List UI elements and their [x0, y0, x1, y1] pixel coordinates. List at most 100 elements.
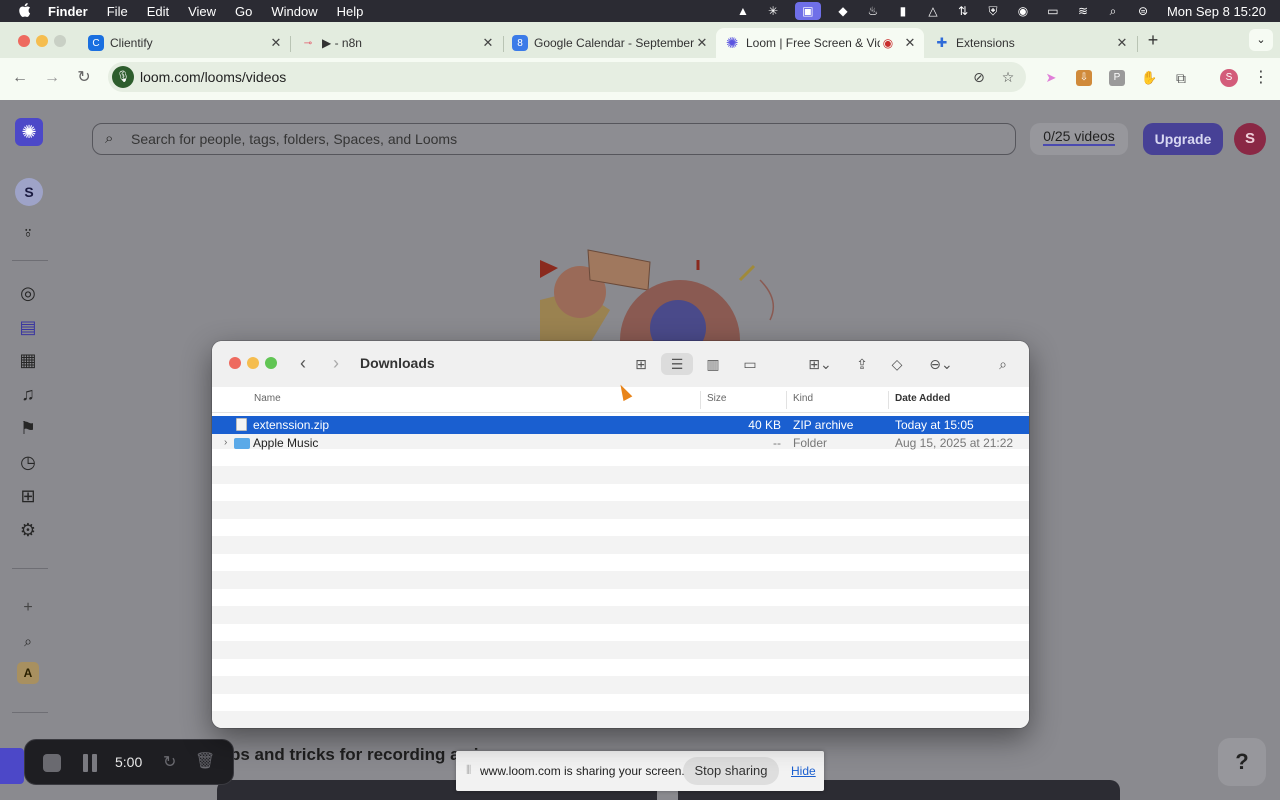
column-kind[interactable]: Kind	[793, 393, 813, 404]
video-quota-badge[interactable]: 0/25 videos	[1030, 123, 1128, 155]
extension-download-icon[interactable]: ⇩	[1076, 70, 1092, 86]
browser-zoom-button[interactable]	[54, 35, 66, 47]
finder-zoom-button[interactable]	[265, 357, 277, 369]
flame-icon[interactable]: ♨	[865, 4, 881, 18]
bookmark-icon[interactable]: ⚑	[16, 416, 40, 440]
camera-blocked-icon[interactable]: ⊘	[970, 68, 988, 86]
shield-icon[interactable]: ⛨	[985, 4, 1001, 18]
settings-gear-icon[interactable]: ⚙	[16, 518, 40, 542]
more-actions-icon[interactable]: ⊖⌄	[924, 353, 958, 375]
profile-icon[interactable]: ◎	[16, 281, 40, 305]
gift-icon[interactable]: ⊞	[16, 484, 40, 508]
workspace-avatar[interactable]: S	[15, 178, 43, 206]
forward-button[interactable]: →	[42, 68, 62, 88]
disclosure-triangle-icon[interactable]: ›	[224, 437, 227, 448]
stop-sharing-button[interactable]: Stop sharing	[683, 757, 779, 785]
extensions-puzzle-icon[interactable]: ⧉	[1173, 70, 1189, 86]
space-avatar[interactable]: A	[17, 662, 39, 684]
library-icon[interactable]: ▤	[16, 315, 40, 339]
wifi-icon[interactable]: ≋	[1075, 4, 1091, 18]
battery-monitor-icon[interactable]: ▮	[895, 4, 911, 18]
user-circle-icon[interactable]: ◉	[1015, 4, 1031, 18]
battery-icon[interactable]: ▭	[1045, 4, 1061, 18]
calendar-icon[interactable]: ▦	[16, 348, 40, 372]
menu-finder[interactable]: Finder	[48, 4, 88, 19]
new-tab-button[interactable]: +	[1143, 30, 1163, 50]
close-icon[interactable]: ✕	[480, 35, 496, 51]
menu-edit[interactable]: Edit	[147, 4, 169, 19]
restart-recording-icon[interactable]: ↻	[163, 752, 176, 772]
finder-minimize-button[interactable]	[247, 357, 259, 369]
tab-loom[interactable]: ✺ Loom | Free Screen & Video ◉ ✕	[716, 28, 924, 58]
column-view-icon[interactable]: ▥	[702, 353, 724, 375]
drive-icon[interactable]: ▲	[735, 4, 751, 18]
list-view-icon[interactable]: ☰	[661, 353, 693, 375]
loom-search-input[interactable]	[131, 129, 991, 149]
close-icon[interactable]: ✕	[902, 35, 918, 51]
history-clock-icon[interactable]: ◷	[16, 450, 40, 474]
menu-go[interactable]: Go	[235, 4, 252, 19]
column-size[interactable]: Size	[707, 393, 726, 404]
tab-n8n[interactable]: ⊸ ▶ - n8n ✕	[292, 28, 502, 58]
apple-icon[interactable]	[16, 2, 34, 20]
add-member-icon[interactable]: ⍤	[16, 221, 40, 245]
notifications-bell-icon[interactable]: ♫	[16, 382, 40, 406]
loom-status-icon[interactable]: ✳	[765, 4, 781, 18]
menu-window[interactable]: Window	[271, 4, 317, 19]
column-name[interactable]: Name	[254, 393, 281, 404]
browser-close-button[interactable]	[18, 35, 30, 47]
menu-file[interactable]: File	[107, 4, 128, 19]
tag-icon[interactable]: ◇	[886, 353, 908, 375]
network-icon[interactable]: ⇅	[955, 4, 971, 18]
tab-clientify[interactable]: C Clientify ✕	[80, 28, 290, 58]
menu-clock[interactable]: Mon Sep 8 15:20	[1167, 4, 1266, 19]
triangle-icon[interactable]: △	[925, 4, 941, 18]
stop-recording-button[interactable]	[43, 754, 61, 772]
share-icon[interactable]: ⇪	[852, 353, 872, 375]
tab-search-button[interactable]: ⌄	[1249, 29, 1273, 51]
address-bar[interactable]: 🎙 loom.com/looms/videos ⊘ ☆	[108, 62, 1026, 92]
extension-arrow-icon[interactable]: ➤	[1043, 70, 1059, 86]
close-icon[interactable]: ✕	[268, 35, 284, 51]
column-divider[interactable]	[888, 391, 889, 409]
column-divider[interactable]	[786, 391, 787, 409]
pause-recording-button[interactable]	[81, 754, 99, 772]
icon-view-icon[interactable]: ⊞	[630, 353, 652, 375]
user-avatar[interactable]: S	[1234, 123, 1266, 155]
tab-extensions[interactable]: ✚ Extensions ✕	[926, 28, 1136, 58]
browser-menu-icon[interactable]: ⋮	[1253, 67, 1269, 87]
finder-back-icon[interactable]: ‹	[300, 353, 306, 374]
loom-logo-icon[interactable]: ✺	[15, 118, 43, 146]
loom-search-field[interactable]: ⌕	[92, 123, 1016, 155]
drag-handle-icon[interactable]: ⦀	[466, 763, 471, 778]
spotlight-search-icon[interactable]: ⌕	[1105, 4, 1121, 18]
finder-close-button[interactable]	[229, 357, 241, 369]
close-icon[interactable]: ✕	[1114, 35, 1130, 51]
bookmark-star-icon[interactable]: ☆	[999, 68, 1017, 86]
hide-link[interactable]: Hide	[791, 764, 816, 778]
upgrade-button[interactable]: Upgrade	[1143, 123, 1223, 155]
help-button[interactable]: ?	[1218, 738, 1266, 786]
column-divider[interactable]	[700, 391, 701, 409]
file-row-apple-music[interactable]: › Apple Music -- Folder Aug 15, 2025 at …	[212, 434, 1029, 452]
finder-forward-icon[interactable]: ›	[333, 353, 339, 374]
menu-help[interactable]: Help	[337, 4, 364, 19]
delete-recording-icon[interactable]: 🗑	[195, 751, 215, 771]
group-by-icon[interactable]: ⊞⌄	[802, 353, 838, 375]
column-date-added[interactable]: Date Added	[895, 393, 950, 404]
docker-icon[interactable]: ◆	[835, 4, 851, 18]
loom-camera-bubble-edge[interactable]	[0, 748, 24, 784]
search-spaces-icon[interactable]: ⌕	[16, 629, 40, 653]
extension-hand-icon[interactable]: ✋	[1141, 70, 1157, 86]
add-space-icon[interactable]: +	[16, 596, 40, 620]
browser-minimize-button[interactable]	[36, 35, 48, 47]
extension-p-icon[interactable]: P	[1109, 70, 1125, 86]
microphone-icon[interactable]: 🎙	[112, 66, 134, 88]
menu-view[interactable]: View	[188, 4, 216, 19]
finder-search-icon[interactable]: ⌕	[992, 353, 1014, 375]
control-center-icon[interactable]: ⊜	[1135, 4, 1151, 18]
back-button[interactable]: ←	[10, 68, 30, 88]
tab-google-calendar[interactable]: 8 Google Calendar - September ✕	[504, 28, 716, 58]
profile-avatar[interactable]: S	[1220, 69, 1238, 87]
file-row-extenssion-zip[interactable]: extenssion.zip 40 KB ZIP archive Today a…	[212, 416, 1029, 434]
